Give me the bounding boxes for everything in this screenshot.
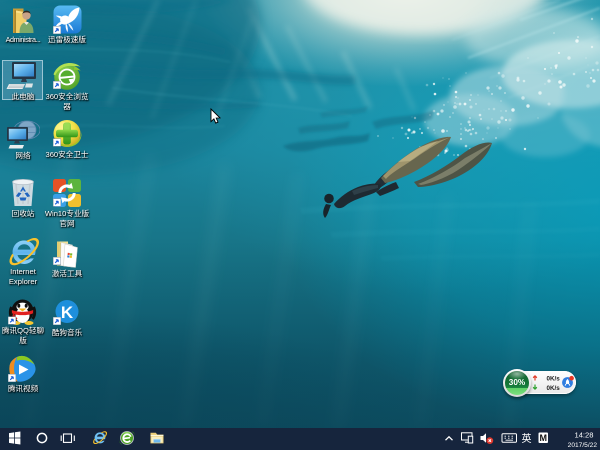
svg-text:0K/s: 0K/s <box>547 385 561 392</box>
svg-text:M: M <box>539 433 547 443</box>
svg-text:0K/s: 0K/s <box>547 375 561 382</box>
svg-text:K: K <box>61 303 74 322</box>
svg-text:14:28: 14:28 <box>574 430 593 439</box>
svg-text:2017/5/22: 2017/5/22 <box>568 442 598 449</box>
svg-text:英: 英 <box>522 432 532 445</box>
